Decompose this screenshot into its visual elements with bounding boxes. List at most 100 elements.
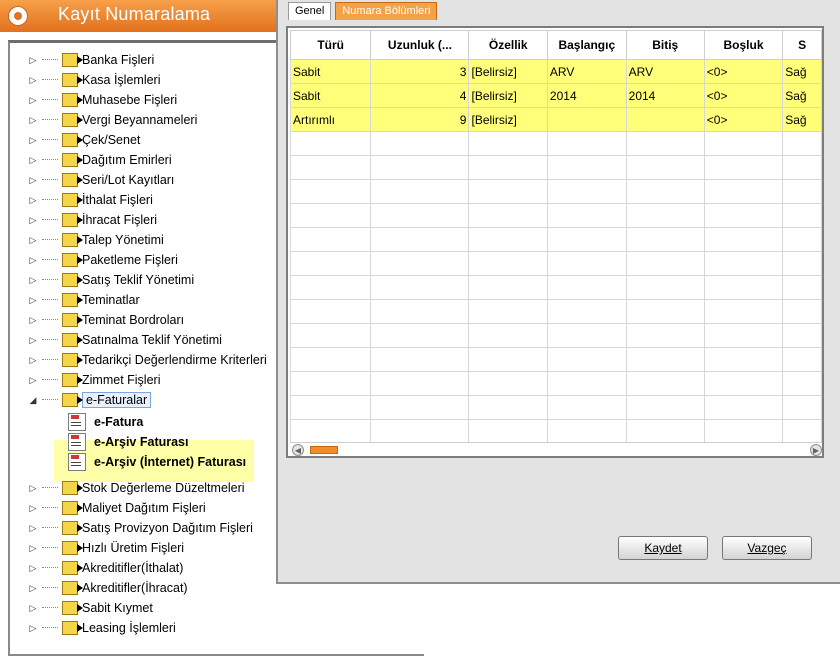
cell-bosluk[interactable]: <0> — [703, 107, 784, 132]
table-row[interactable]: Sabit 4 [Belirsiz] 2014 2014 <0> Sağ — [289, 83, 822, 108]
tree-item-maliyet-dagitim[interactable]: ▷ Maliyet Dağıtım Fişleri — [28, 498, 268, 518]
expand-icon[interactable]: ▷ — [28, 215, 38, 225]
table-row-empty[interactable] — [289, 131, 822, 156]
expand-icon[interactable]: ▷ — [28, 255, 38, 265]
tab-numara-bolumleri[interactable]: Numara Bölümleri — [335, 2, 438, 20]
cell-ozellik[interactable]: [Belirsiz] — [468, 83, 548, 108]
table-row-empty[interactable] — [289, 203, 822, 228]
cell-s[interactable]: Sağ — [782, 83, 822, 108]
table-row[interactable]: Sabit 3 [Belirsiz] ARV ARV <0> Sağ — [289, 59, 822, 84]
cell-s[interactable]: Sağ — [782, 59, 822, 84]
cell-baslangic[interactable]: ARV — [546, 59, 627, 84]
table-row-empty[interactable] — [289, 323, 822, 348]
expand-icon[interactable]: ▷ — [28, 315, 38, 325]
cell-baslangic[interactable]: 2014 — [546, 83, 627, 108]
tree-item-vergi-beyannameleri[interactable]: ▷ Vergi Beyannameleri — [28, 110, 268, 130]
scroll-right-icon[interactable]: ▶ — [810, 444, 822, 456]
expand-icon[interactable]: ▷ — [28, 603, 38, 613]
table-row-empty[interactable] — [289, 275, 822, 300]
tree-item-leasing[interactable]: ▷ Leasing İşlemleri — [28, 618, 268, 638]
expand-icon[interactable]: ▷ — [28, 275, 38, 285]
expand-icon[interactable]: ▷ — [28, 543, 38, 553]
table-row-empty[interactable] — [289, 419, 822, 444]
cell-turu[interactable]: Sabit — [289, 59, 372, 84]
cell-bitis[interactable]: ARV — [625, 59, 705, 84]
table-row-empty[interactable] — [289, 371, 822, 396]
cell-turu[interactable]: Artırımlı — [289, 107, 372, 132]
tree-item-satis-teklif[interactable]: ▷ Satış Teklif Yönetimi — [28, 270, 268, 290]
collapse-icon[interactable]: ◢ — [28, 395, 38, 405]
tree-item-hizli-uretim[interactable]: ▷ Hızlı Üretim Fişleri — [28, 538, 268, 558]
expand-icon[interactable]: ▷ — [28, 483, 38, 493]
expand-icon[interactable]: ▷ — [28, 335, 38, 345]
expand-icon[interactable]: ▷ — [28, 523, 38, 533]
tree-child-e-arsiv[interactable]: e-Arşiv Faturası — [68, 432, 308, 452]
tree-item-teminat-bordrolari[interactable]: ▷ Teminat Bordroları — [28, 310, 268, 330]
expand-icon[interactable]: ▷ — [28, 295, 38, 305]
column-header-baslangic[interactable]: Başlangıç — [546, 30, 627, 60]
tree-child-e-arsiv-internet[interactable]: e-Arşiv (İnternet) Faturası — [68, 452, 308, 472]
table-row-empty[interactable] — [289, 347, 822, 372]
table-row[interactable]: Artırımlı 9 [Belirsiz] <0> Sağ — [289, 107, 822, 132]
tree-item-zimmet-fisleri[interactable]: ▷ Zimmet Fişleri — [28, 370, 268, 390]
tree-item-paketleme-fisleri[interactable]: ▷ Paketleme Fişleri — [28, 250, 268, 270]
column-header-bosluk[interactable]: Boşluk — [703, 30, 784, 60]
cell-uzunluk[interactable]: 9 — [370, 107, 470, 132]
column-header-turu[interactable]: Türü — [289, 30, 372, 60]
scrollbar-thumb[interactable] — [310, 446, 338, 454]
tree-item-dagitim-emirleri[interactable]: ▷ Dağıtım Emirleri — [28, 150, 268, 170]
tree-item-ithalat-fisleri[interactable]: ▷ İthalat Fişleri — [28, 190, 268, 210]
cell-uzunluk[interactable]: 3 — [370, 59, 470, 84]
tree-item-banka-fisleri[interactable]: ▷ Banka Fişleri — [28, 50, 268, 70]
table-row-empty[interactable] — [289, 299, 822, 324]
cell-baslangic[interactable] — [546, 107, 627, 132]
tree-item-satis-provizyon[interactable]: ▷ Satış Provizyon Dağıtım Fişleri — [28, 518, 268, 538]
tab-genel[interactable]: Genel — [288, 2, 332, 20]
cell-ozellik[interactable]: [Belirsiz] — [468, 107, 548, 132]
cell-bosluk[interactable]: <0> — [703, 83, 784, 108]
column-header-s[interactable]: S — [782, 30, 822, 60]
expand-icon[interactable]: ▷ — [28, 195, 38, 205]
cell-s[interactable]: Sağ — [782, 107, 822, 132]
expand-icon[interactable]: ▷ — [28, 75, 38, 85]
table-row-empty[interactable] — [289, 251, 822, 276]
table-row-empty[interactable] — [289, 395, 822, 420]
cancel-button[interactable]: Vazgeç — [722, 536, 812, 560]
cell-turu[interactable]: Sabit — [289, 83, 372, 108]
cell-ozellik[interactable]: [Belirsiz] — [468, 59, 548, 84]
expand-icon[interactable]: ▷ — [28, 175, 38, 185]
expand-icon[interactable]: ▷ — [28, 623, 38, 633]
expand-icon[interactable]: ▷ — [28, 355, 38, 365]
expand-icon[interactable]: ▷ — [28, 563, 38, 573]
cell-bitis[interactable] — [625, 107, 705, 132]
tree-item-akreditif-ihracat[interactable]: ▷ Akreditifler(İhracat) — [28, 578, 268, 598]
expand-icon[interactable]: ▷ — [28, 583, 38, 593]
cell-bitis[interactable]: 2014 — [625, 83, 705, 108]
tree-item-stok-degerleme[interactable]: ▷ Stok Değerleme Düzeltmeleri — [28, 478, 268, 498]
tree-item-satinalma-teklif[interactable]: ▷ Satınalma Teklif Yönetimi — [28, 330, 268, 350]
expand-icon[interactable]: ▷ — [28, 155, 38, 165]
expand-icon[interactable]: ▷ — [28, 55, 38, 65]
tree-item-ihracat-fisleri[interactable]: ▷ İhracat Fişleri — [28, 210, 268, 230]
expand-icon[interactable]: ▷ — [28, 235, 38, 245]
scroll-left-icon[interactable]: ◀ — [292, 444, 304, 456]
expand-icon[interactable]: ▷ — [28, 115, 38, 125]
expand-icon[interactable]: ▷ — [28, 375, 38, 385]
tree-item-tedarikci-kriterleri[interactable]: ▷ Tedarikçi Değerlendirme Kriterleri — [28, 350, 268, 370]
cell-uzunluk[interactable]: 4 — [370, 83, 470, 108]
cell-bosluk[interactable]: <0> — [703, 59, 784, 84]
save-button[interactable]: Kaydet — [618, 536, 708, 560]
expand-icon[interactable]: ▷ — [28, 95, 38, 105]
column-header-uzunluk[interactable]: Uzunluk (... — [370, 30, 470, 60]
column-header-ozellik[interactable]: Özellik — [468, 30, 548, 60]
expand-icon[interactable]: ▷ — [28, 503, 38, 513]
grid-horizontal-scrollbar[interactable]: ◀ ▶ — [290, 442, 822, 456]
table-row-empty[interactable] — [289, 227, 822, 252]
tree-item-cek-senet[interactable]: ▷ Çek/Senet — [28, 130, 268, 150]
tree-item-kasa-islemleri[interactable]: ▷ Kasa İşlemleri — [28, 70, 268, 90]
table-row-empty[interactable] — [289, 179, 822, 204]
tree-item-seri-lot[interactable]: ▷ Seri/Lot Kayıtları — [28, 170, 268, 190]
column-header-bitis[interactable]: Bitiş — [625, 30, 705, 60]
tree-item-muhasebe-fisleri[interactable]: ▷ Muhasebe Fişleri — [28, 90, 268, 110]
tree-item-akreditif-ithalat[interactable]: ▷ Akreditifler(İthalat) — [28, 558, 268, 578]
